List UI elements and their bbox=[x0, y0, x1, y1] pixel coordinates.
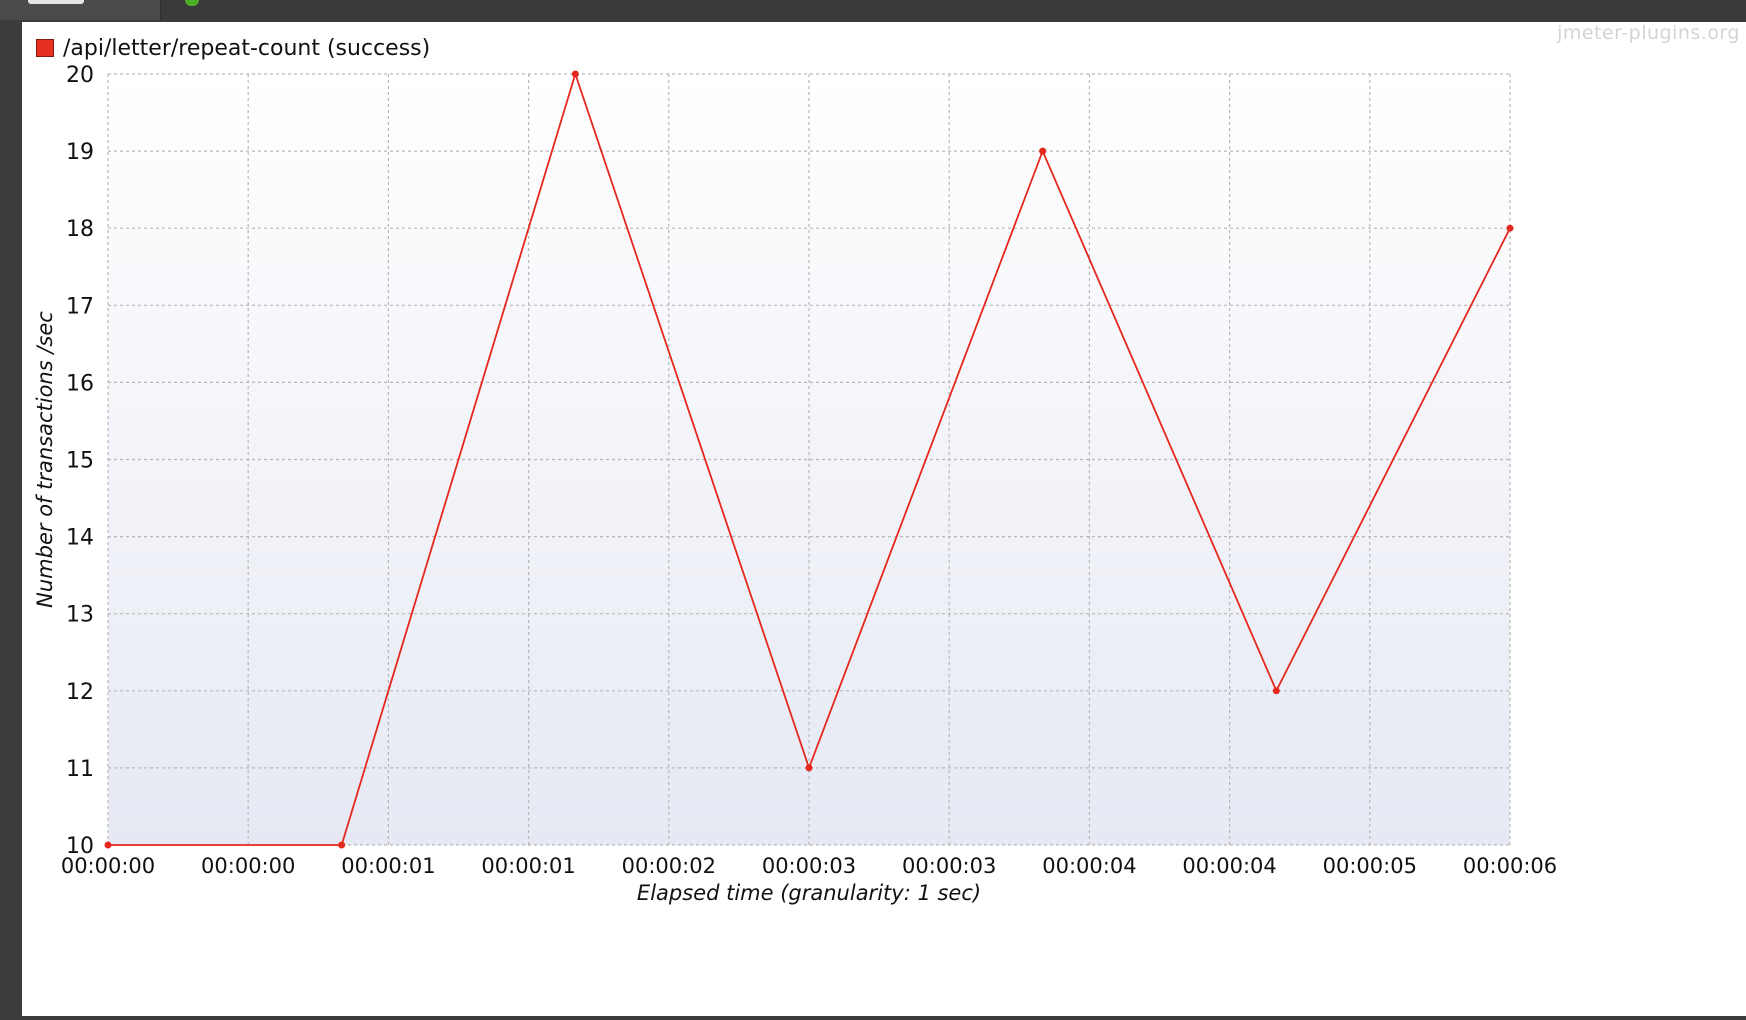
x-tick-label: 00:00:01 bbox=[341, 854, 435, 878]
y-axis-label: Number of transactions /sec bbox=[33, 311, 57, 608]
y-tick-label: 17 bbox=[66, 294, 94, 319]
y-tick-label: 14 bbox=[66, 526, 94, 551]
x-tick-label: 00:00:00 bbox=[201, 854, 295, 878]
x-tick-label: 00:00:06 bbox=[1463, 854, 1557, 878]
data-point bbox=[104, 841, 112, 849]
data-point bbox=[571, 70, 579, 78]
y-tick-label: 16 bbox=[66, 371, 94, 396]
x-tick-label: 00:00:02 bbox=[622, 854, 716, 878]
data-point bbox=[1039, 147, 1047, 155]
x-tick-label: 00:00:03 bbox=[762, 854, 856, 878]
tab-stub-inner bbox=[28, 0, 84, 4]
tab-stub[interactable] bbox=[0, 0, 161, 20]
line-chart: 1011121314151617181920 00:00:00 00:00:00 0… bbox=[33, 63, 1557, 905]
chart-panel: jmeter-plugins.org /api/letter/repeat-co… bbox=[22, 22, 1746, 1016]
window-top-bar bbox=[0, 0, 1746, 20]
x-tick-label: 00:00:03 bbox=[902, 854, 996, 878]
status-indicator-icon bbox=[185, 0, 199, 6]
x-tick-labels: 00:00:00 00:00:00 00:00:01 00:00:01 00:00:02… bbox=[61, 854, 1557, 878]
data-point bbox=[1506, 224, 1514, 232]
x-tick-label: 00:00:05 bbox=[1323, 854, 1417, 878]
x-axis-label: Elapsed time (granularity: 1 sec) bbox=[637, 881, 981, 905]
x-tick-label: 00:00:04 bbox=[1182, 854, 1276, 878]
y-tick-label: 15 bbox=[66, 449, 94, 474]
y-tick-label: 13 bbox=[66, 603, 94, 628]
x-tick-label: 00:00:04 bbox=[1042, 854, 1136, 878]
y-tick-label: 19 bbox=[66, 140, 94, 165]
data-point bbox=[805, 764, 813, 772]
y-tick-label: 12 bbox=[66, 680, 94, 705]
data-point bbox=[1272, 687, 1280, 695]
y-tick-label: 20 bbox=[66, 63, 94, 88]
y-tick-label: 18 bbox=[66, 217, 94, 242]
y-tick-labels: 1011121314151617181920 bbox=[66, 63, 94, 859]
y-tick-label: 11 bbox=[66, 757, 94, 782]
data-point bbox=[338, 841, 346, 849]
x-tick-label: 00:00:00 bbox=[61, 854, 155, 878]
x-tick-label: 00:00:01 bbox=[481, 854, 575, 878]
